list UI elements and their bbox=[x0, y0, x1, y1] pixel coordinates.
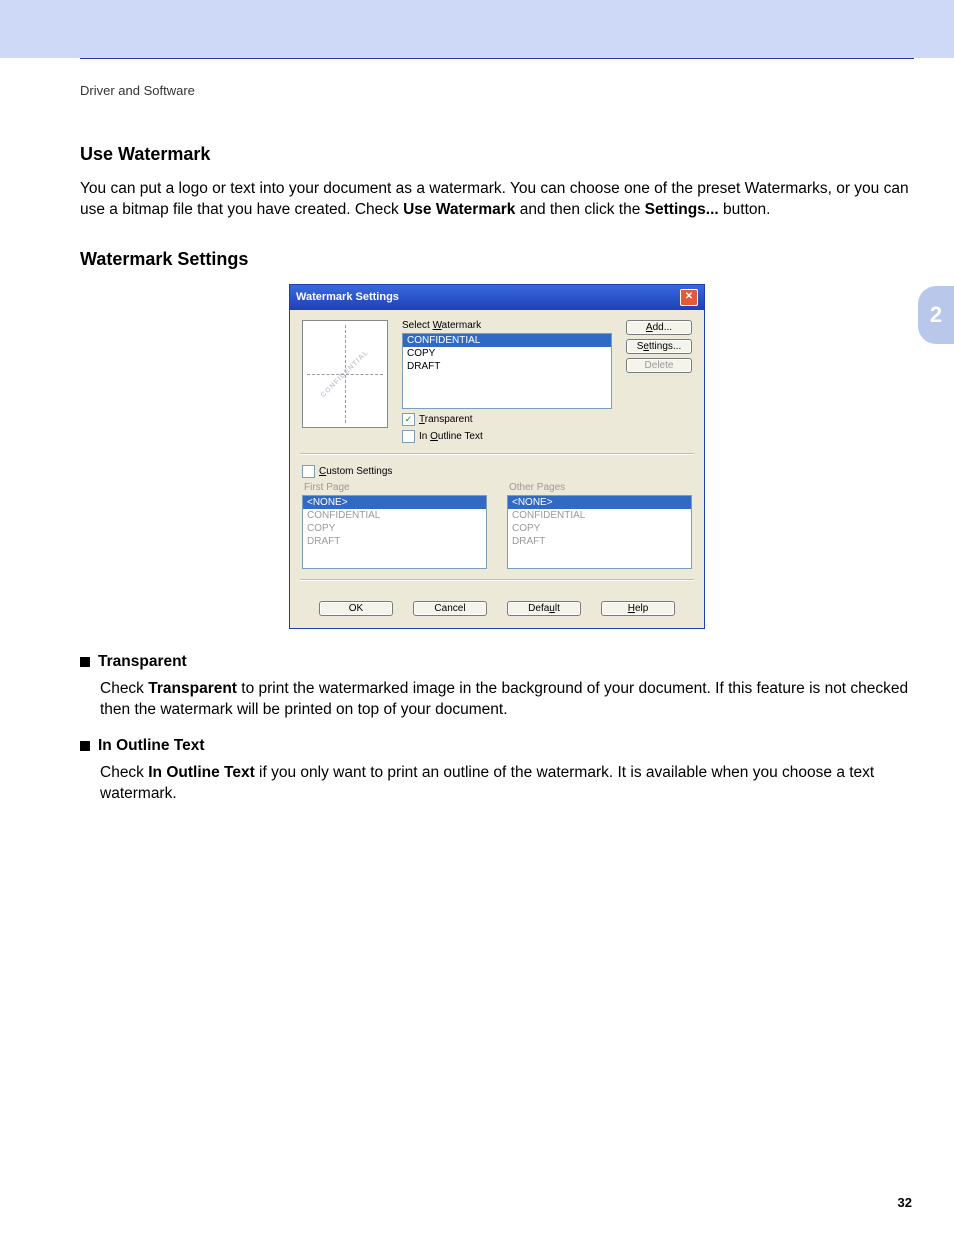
text: A bbox=[646, 322, 653, 333]
text: W bbox=[433, 320, 442, 331]
cancel-button[interactable]: Cancel bbox=[413, 601, 487, 616]
first-page-label: First Page bbox=[304, 482, 487, 493]
watermark-preview: CONFIDENTIAL bbox=[302, 320, 388, 428]
close-icon[interactable]: ✕ bbox=[680, 289, 698, 306]
delete-button: Delete bbox=[626, 358, 692, 373]
checkbox-icon[interactable] bbox=[302, 465, 315, 478]
page-number: 32 bbox=[80, 1195, 914, 1210]
transparent-checkbox-row[interactable]: ✓ Transparent bbox=[402, 413, 612, 426]
ok-button[interactable]: OK bbox=[319, 601, 393, 616]
checkbox-checked-icon[interactable]: ✓ bbox=[402, 413, 415, 426]
page-content: Driver and Software 2 Use Watermark You … bbox=[0, 58, 954, 1250]
default-button[interactable]: Default bbox=[507, 601, 581, 616]
text: utline Text bbox=[438, 431, 483, 442]
text: dd... bbox=[653, 322, 672, 333]
list-item[interactable]: CONFIDENTIAL bbox=[403, 334, 611, 347]
header-band bbox=[0, 0, 954, 58]
square-bullet-icon bbox=[80, 657, 90, 667]
bullet-transparent: Transparent bbox=[80, 653, 914, 671]
list-item: <NONE> bbox=[303, 496, 486, 509]
bullet-outline: In Outline Text bbox=[80, 737, 914, 755]
bullet-body-transparent: Check Transparent to print the watermark… bbox=[100, 679, 914, 721]
checkbox-icon[interactable] bbox=[402, 430, 415, 443]
square-bullet-icon bbox=[80, 741, 90, 751]
preview-watermark-text: CONFIDENTIAL bbox=[320, 349, 370, 399]
select-watermark-label: Select Watermark bbox=[402, 320, 612, 331]
bullet-title-transparent: Transparent bbox=[98, 653, 187, 671]
bold-use-watermark: Use Watermark bbox=[403, 201, 515, 218]
custom-settings-label: Custom Settings bbox=[319, 466, 392, 477]
text: In bbox=[419, 431, 430, 442]
dialog-footer: OK Cancel Default Help bbox=[302, 591, 692, 620]
list-item: DRAFT bbox=[508, 535, 691, 548]
outline-checkbox-row[interactable]: In Outline Text bbox=[402, 430, 612, 443]
other-pages-listbox: <NONE> CONFIDENTIAL COPY DRAFT bbox=[507, 495, 692, 569]
custom-settings-checkbox-row[interactable]: Custom Settings bbox=[302, 465, 692, 478]
outline-checkbox-label: In Outline Text bbox=[419, 431, 483, 442]
list-item: CONFIDENTIAL bbox=[508, 509, 691, 522]
custom-settings-columns: First Page <NONE> CONFIDENTIAL COPY DRAF… bbox=[302, 478, 692, 569]
add-button[interactable]: Add... bbox=[626, 320, 692, 335]
settings-button[interactable]: Settings... bbox=[626, 339, 692, 354]
text: O bbox=[430, 431, 438, 442]
text: ttings... bbox=[649, 341, 681, 352]
help-button[interactable]: Help bbox=[601, 601, 675, 616]
bold-outline: In Outline Text bbox=[148, 764, 255, 781]
watermark-settings-dialog: Watermark Settings ✕ CONFIDENTIAL Select… bbox=[289, 284, 705, 629]
text: elp bbox=[635, 603, 648, 614]
list-item[interactable]: COPY bbox=[403, 347, 611, 360]
list-item[interactable]: DRAFT bbox=[403, 360, 611, 373]
text: Select bbox=[402, 320, 433, 331]
list-item: COPY bbox=[303, 522, 486, 535]
text: Check bbox=[100, 764, 148, 781]
heading-use-watermark: Use Watermark bbox=[80, 144, 914, 165]
bullet-body-outline: Check In Outline Text if you only want t… bbox=[100, 763, 914, 805]
bold-transparent: Transparent bbox=[148, 680, 237, 697]
list-item: DRAFT bbox=[303, 535, 486, 548]
dialog-titlebar: Watermark Settings ✕ bbox=[290, 285, 704, 310]
list-item: CONFIDENTIAL bbox=[303, 509, 486, 522]
watermark-listbox[interactable]: CONFIDENTIAL COPY DRAFT bbox=[402, 333, 612, 409]
bold-settings: Settings... bbox=[645, 201, 719, 218]
first-page-listbox: <NONE> CONFIDENTIAL COPY DRAFT bbox=[302, 495, 487, 569]
list-item: <NONE> bbox=[508, 496, 691, 509]
text: Check bbox=[100, 680, 148, 697]
text: H bbox=[628, 603, 635, 614]
text: lete bbox=[657, 360, 673, 371]
text: and then click the bbox=[515, 201, 644, 218]
divider bbox=[300, 453, 694, 455]
dialog-title-text: Watermark Settings bbox=[296, 291, 399, 303]
para-use-watermark: You can put a logo or text into your doc… bbox=[80, 179, 914, 221]
bullet-title-outline: In Outline Text bbox=[98, 737, 205, 755]
text: ransparent bbox=[425, 414, 473, 425]
heading-watermark-settings: Watermark Settings bbox=[80, 249, 914, 270]
text: lt bbox=[555, 603, 560, 614]
text: atermark bbox=[442, 320, 481, 331]
list-item: COPY bbox=[508, 522, 691, 535]
other-pages-label: Other Pages bbox=[509, 482, 692, 493]
chapter-tab: 2 bbox=[918, 286, 954, 344]
top-rule bbox=[80, 58, 914, 59]
text: D bbox=[645, 360, 652, 371]
divider bbox=[300, 579, 694, 581]
transparent-checkbox-label: Transparent bbox=[419, 414, 473, 425]
text: Defa bbox=[528, 603, 549, 614]
text: button. bbox=[719, 201, 771, 218]
text: ustom Settings bbox=[326, 466, 392, 477]
breadcrumb: Driver and Software bbox=[80, 83, 914, 98]
dialog-body: CONFIDENTIAL Select Watermark CONFIDENTI… bbox=[290, 310, 704, 628]
